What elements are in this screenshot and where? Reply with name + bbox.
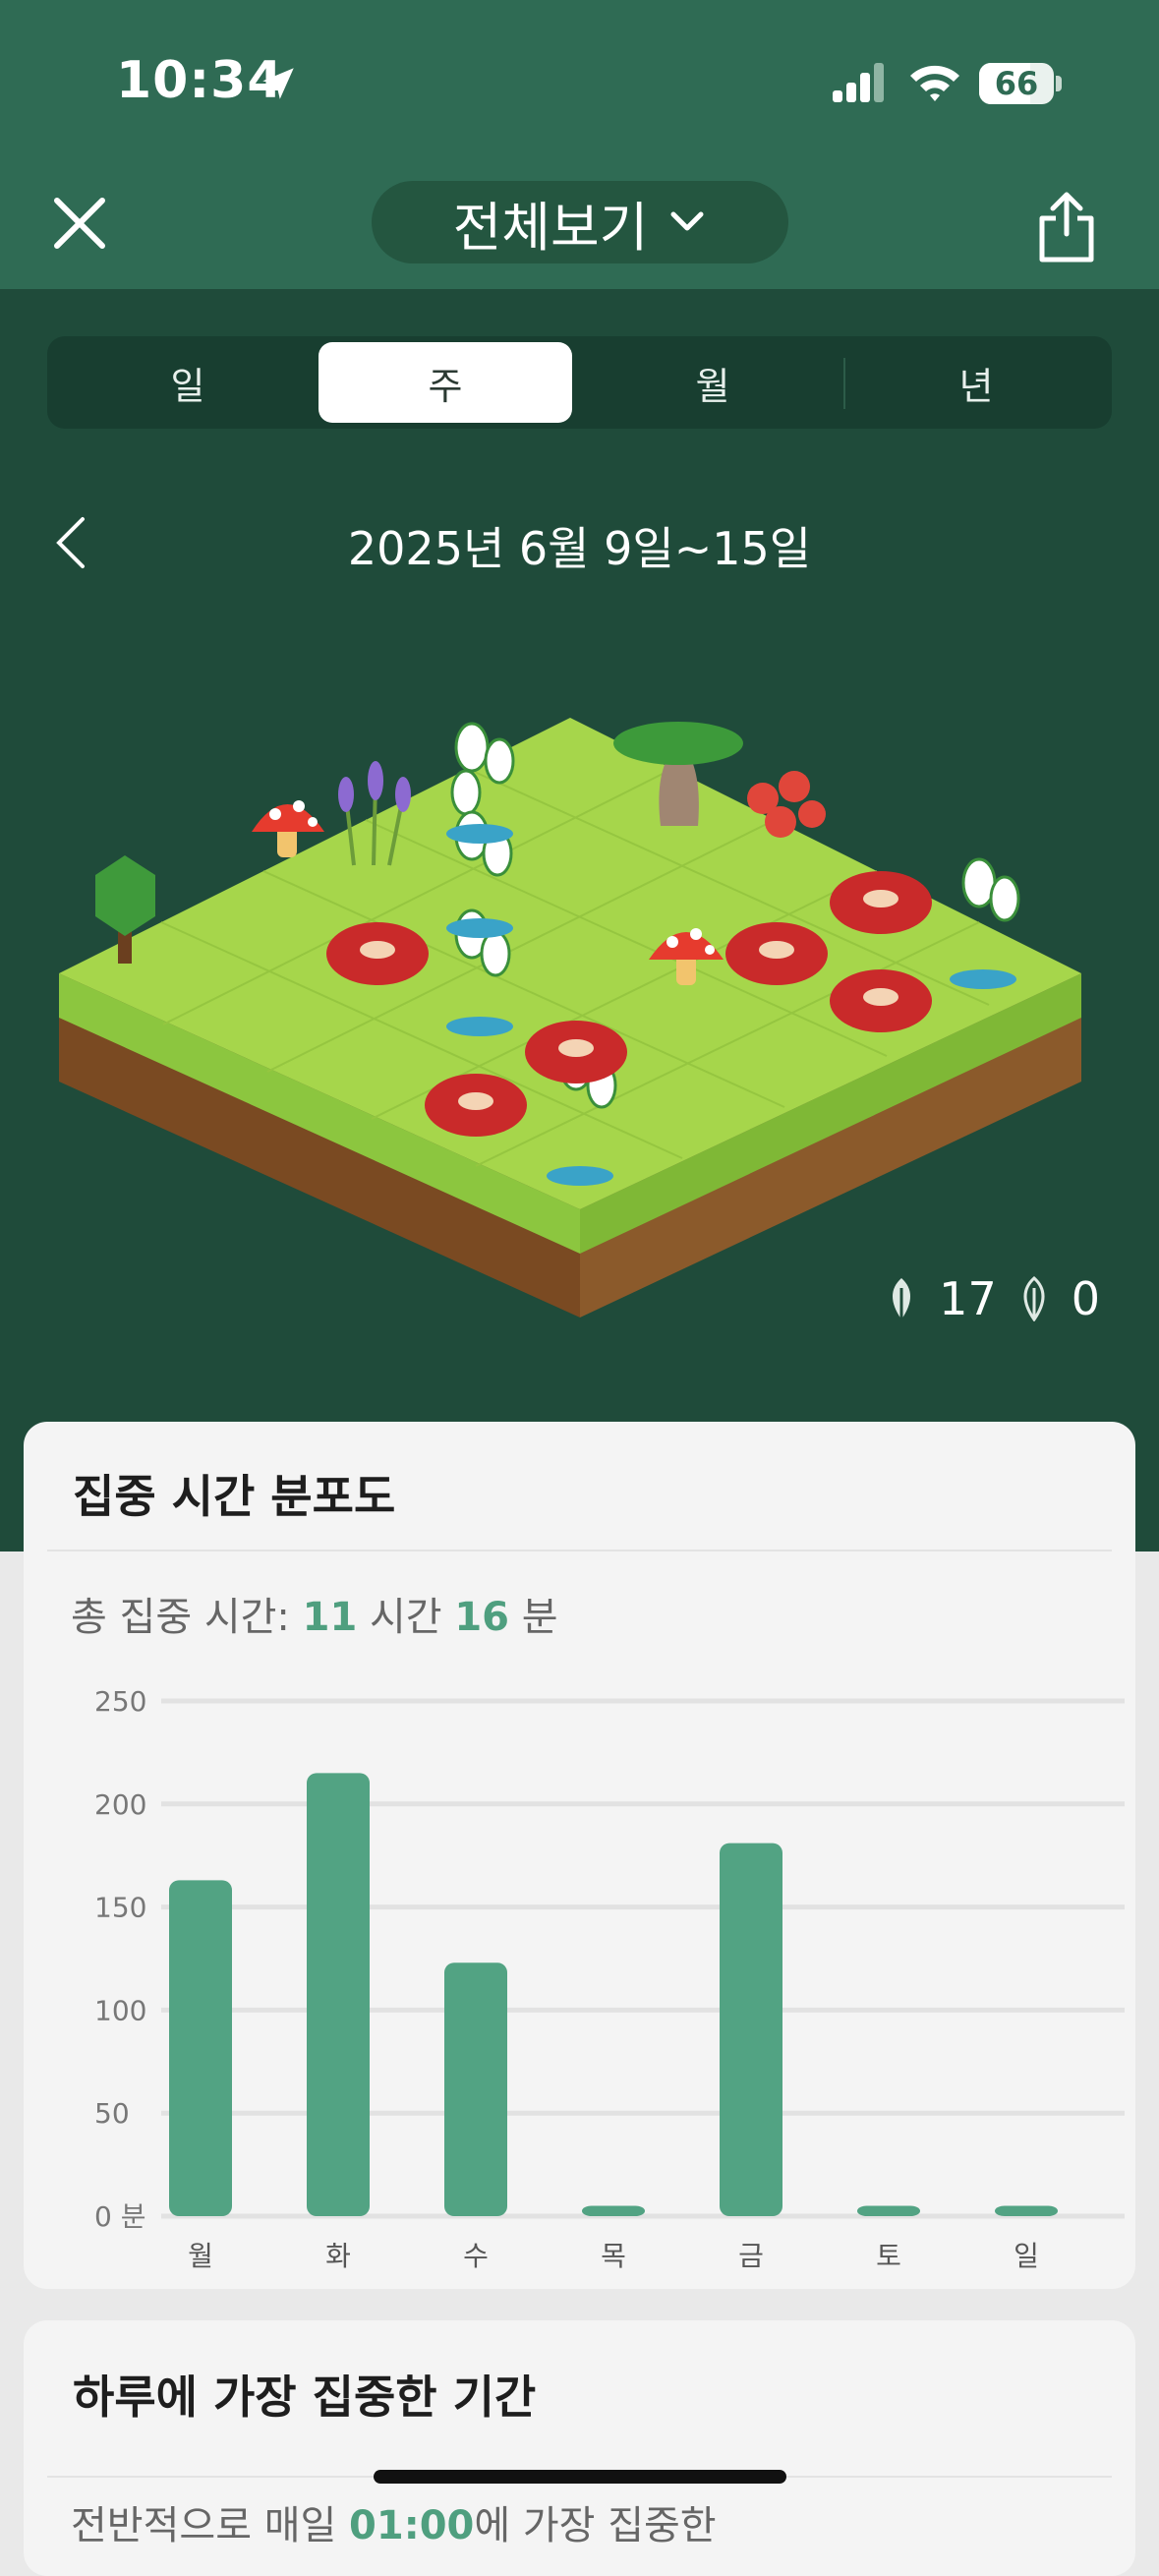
peak-suffix: 에 가장 집중한 [474,2503,717,2548]
total-minutes: 16 [454,1595,509,1640]
total-hours: 11 [302,1595,358,1640]
date-range-label: 2025년 6월 9일~15일 [347,522,812,575]
x-tick-label: 일 [1014,2240,1039,2272]
cellular-signal-icon [833,63,884,102]
segment-year[interactable]: 년 [849,342,1103,423]
card-title: 집중 시간 분포도 [73,1470,396,1523]
battery-level: 66 [994,65,1039,102]
x-tick-label: 수 [463,2240,489,2272]
bar-4[interactable] [582,2205,645,2216]
wifi-icon [910,65,959,101]
total-focus-time: 총 집중 시간: 11 시간 16 분 [71,1585,558,1642]
x-tick-label: 금 [738,2240,764,2272]
divider [47,1550,1112,1551]
withered-tree-count: 0 [1071,1272,1100,1325]
bar-2[interactable] [307,1773,370,2216]
minutes-unit: 분 [509,1595,558,1640]
total-label: 총 집중 시간: [71,1595,303,1640]
peak-time: 01:00 [349,2503,475,2548]
peak-prefix: 전반적으로 매일 [71,2503,350,2548]
segment-week[interactable]: 주 [319,342,572,423]
focus-bar-chart: 0 분 50 100 150 200 250 월 화 수 목 금 토 일 [94,1685,1125,2272]
y-tick-label: 100 [94,1994,146,2026]
y-tick-label: 150 [94,1892,146,1924]
x-tick-label: 화 [325,2240,351,2272]
view-selector-dropdown[interactable]: 전체보기 [372,181,788,263]
bar-1[interactable] [169,1880,232,2216]
y-tick-label: 250 [94,1685,146,1718]
date-navigation: 2025년 6월 9일~15일 [0,501,1159,580]
y-tick-label: 50 [94,2097,130,2130]
close-icon[interactable] [49,193,110,254]
peak-focus-text: 전반적으로 매일 01:00에 가장 집중한 [71,2493,717,2550]
period-segmented-control: 일 주 월 년 [47,336,1112,429]
segment-month[interactable]: 월 [586,342,840,423]
bar-3[interactable] [444,1962,507,2216]
home-indicator [374,2470,786,2484]
y-tick-label: 0 분 [94,2200,145,2233]
segment-divider [843,358,845,409]
share-icon[interactable] [1036,189,1097,265]
status-bar: 10:34 66 [0,0,1159,167]
tree-counts: 17 0 [882,1272,1100,1325]
bar-7[interactable] [995,2205,1058,2216]
segment-day[interactable]: 일 [61,342,315,423]
chevron-down-icon [670,211,704,231]
healthy-tree-count: 17 [939,1272,997,1325]
bar-6[interactable] [857,2205,920,2216]
y-tick-label: 200 [94,1788,146,1821]
healthy-tree-icon [893,1278,911,1319]
x-tick-label: 토 [876,2240,901,2272]
forest-illustration [59,718,1081,1317]
withered-tree-icon [1023,1276,1045,1321]
x-tick-label: 월 [188,2240,213,2272]
hours-unit: 시간 [357,1595,455,1640]
bar-5[interactable] [720,1843,782,2216]
peak-focus-card: 하루에 가장 집중한 기간 전반적으로 매일 01:00에 가장 집중한 [24,2320,1135,2576]
focus-distribution-card: 집중 시간 분포도 총 집중 시간: 11 시간 16 분 0 분 50 100 15… [24,1422,1135,2289]
card-title: 하루에 가장 집중한 기간 [73,2371,537,2424]
battery-indicator: 66 [979,63,1062,104]
view-selector-label: 전체보기 [452,196,649,259]
x-tick-label: 목 [601,2240,626,2272]
location-arrow-icon [262,68,294,99]
